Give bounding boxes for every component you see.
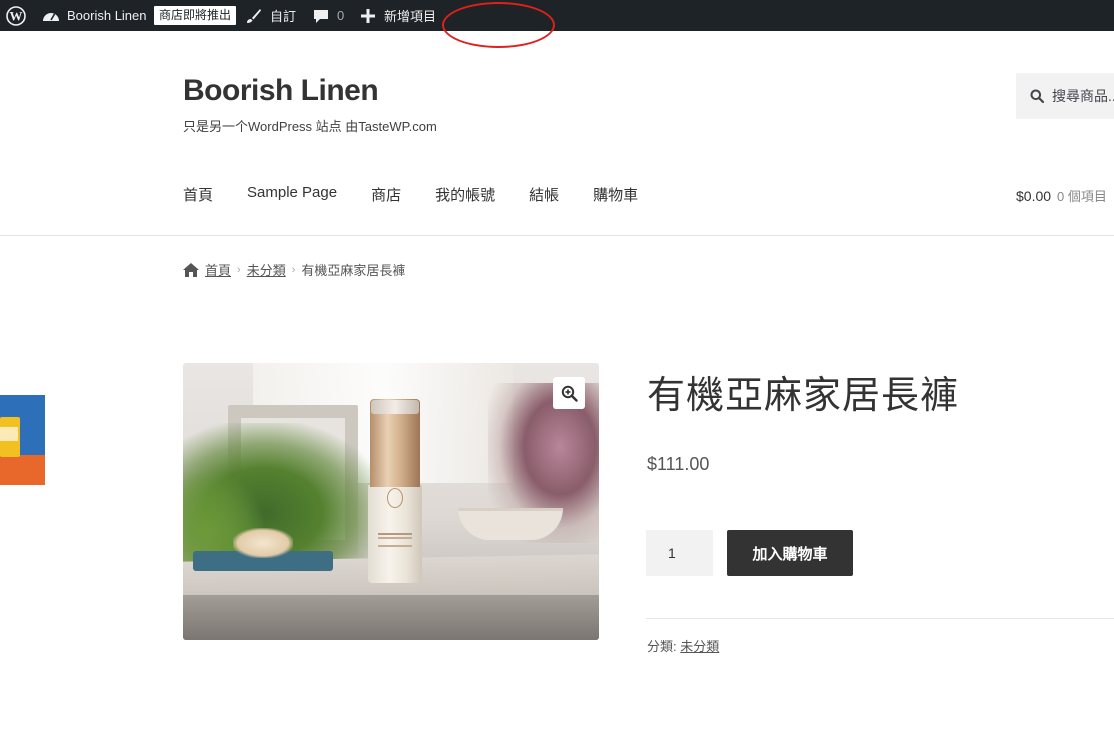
customize-link[interactable]: 自訂 [246,0,296,31]
nav-item-home[interactable]: 首頁 [183,184,213,205]
wordpress-logo-button[interactable]: W [6,0,28,31]
admin-site-name: Boorish Linen [67,8,147,23]
nav-item-my-account[interactable]: 我的帳號 [435,184,495,205]
cart-item-count: 0 個項目 [1057,189,1107,204]
zoom-in-icon [561,385,578,402]
site-title[interactable]: Boorish Linen [183,74,379,108]
breadcrumb-separator-icon: › [291,263,296,276]
breadcrumb: 首頁 › 未分類 › 有機亞麻家居長褲 [183,260,405,279]
breadcrumb-home-link[interactable]: 首頁 [205,260,231,279]
comments-count: 0 [337,8,345,23]
breadcrumb-current: 有機亞麻家居長褲 [301,263,406,278]
annotation-ellipse [442,2,555,48]
home-icon [183,262,199,277]
comments-link[interactable]: 0 [313,0,344,31]
search-icon [1030,89,1044,103]
nav-item-shop[interactable]: 商店 [371,184,401,205]
meta-divider [646,618,1114,619]
product-main-image[interactable] [183,363,599,640]
coming-soon-badge[interactable]: 商店即將推出 [154,6,237,25]
category-label: 分類: [647,639,677,654]
breadcrumb-separator-icon: › [237,263,241,276]
new-item-label: 新增項目 [384,9,437,24]
wordpress-icon: W [6,5,26,26]
breadcrumb-category-link[interactable]: 未分類 [247,260,286,279]
nav-item-cart[interactable]: 購物車 [593,184,638,205]
cart-amount: $0.00 [1016,188,1052,204]
admin-bar: W Boorish Linen 商店即將推出 自訂 0 新增項目 [0,0,1114,31]
product-search-field[interactable]: 搜尋商品... [1016,73,1114,119]
category-link[interactable]: 未分類 [680,639,719,654]
add-to-cart-button[interactable]: 加入購物車 [727,530,853,576]
product-title: 有機亞麻家居長褲 [647,375,960,417]
quantity-input[interactable] [646,530,713,576]
product-price: $111.00 [647,454,710,474]
brush-icon [247,8,261,23]
comment-icon [314,9,328,23]
header-divider [0,235,1114,236]
primary-navigation: 首頁 Sample Page 商店 我的帳號 結帳 購物車 [183,184,672,205]
nav-item-checkout[interactable]: 結帳 [529,184,559,205]
svg-text:W: W [10,8,23,23]
site-description: 只是另一个WordPress 站点 由TasteWP.com [183,119,437,134]
nav-item-sample-page[interactable]: Sample Page [247,184,337,205]
dashboard-icon [43,12,59,21]
gallery-side-thumbnail[interactable] [0,395,45,485]
admin-site-link[interactable]: Boorish Linen [42,0,147,31]
image-zoom-button[interactable] [553,377,585,409]
new-content-link[interactable]: 新增項目 [361,0,436,31]
plus-icon [361,8,375,23]
header-cart-link[interactable]: $0.00 0 個項目 [1016,186,1107,205]
search-placeholder: 搜尋商品... [1052,88,1114,104]
product-meta: 分類: 未分類 [647,636,719,655]
customize-label: 自訂 [270,9,297,24]
